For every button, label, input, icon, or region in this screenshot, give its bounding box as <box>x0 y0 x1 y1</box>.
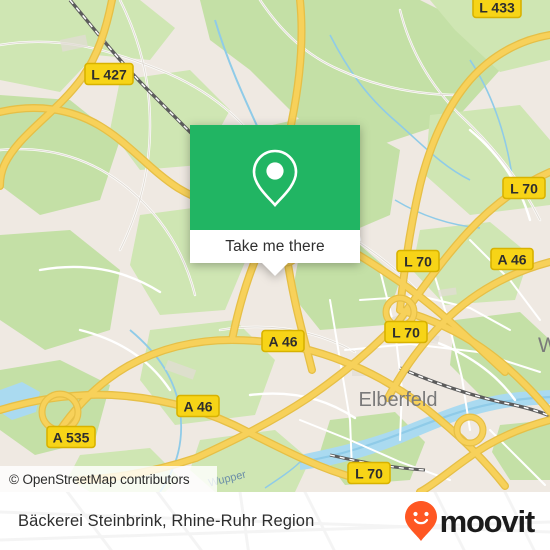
road-shield-label: L 427 <box>91 67 127 83</box>
road-shield-label: L 70 <box>392 325 420 341</box>
popup-pointer-tip <box>262 263 288 276</box>
map-pin-icon <box>252 149 298 207</box>
moovit-logo[interactable]: moovit <box>404 500 536 542</box>
road-shield: A 46 <box>261 329 305 353</box>
take-me-there-button[interactable]: Take me there <box>225 238 325 256</box>
road-shield-label: A 535 <box>53 430 90 446</box>
road-shield: A 46 <box>176 394 220 418</box>
road-shield-label: A 46 <box>268 334 297 350</box>
footer-bar: Bäckerei Steinbrink, Rhine-Ruhr Region m… <box>0 492 550 550</box>
svg-text:W: W <box>538 334 550 357</box>
road-shield: L 70 <box>396 249 440 273</box>
popup-action-bar[interactable]: Take me there <box>190 230 360 263</box>
place-title: Bäckerei Steinbrink, Rhine-Ruhr Region <box>18 511 315 530</box>
road-shield: L 427 <box>84 62 134 86</box>
place-popup-card[interactable]: Take me there <box>190 125 360 276</box>
road-shield-label: L 70 <box>355 466 383 482</box>
svg-text:Elberfeld: Elberfeld <box>359 389 438 411</box>
osm-attribution-text: © OpenStreetMap contributors <box>9 471 190 487</box>
map-canvas[interactable]: .grn { fill:#cfe6b3; } .grn2 { fill:#c4e… <box>0 0 550 492</box>
road-shield: L 70 <box>384 320 428 344</box>
moovit-wordmark: moovit <box>439 503 536 539</box>
moovit-pin-smiley-icon <box>404 501 437 541</box>
road-shield: A 46 <box>490 247 534 271</box>
moovit-map-screenshot: .grn { fill:#cfe6b3; } .grn2 { fill:#c4e… <box>0 0 550 550</box>
road-shield: L 433 <box>472 0 522 19</box>
road-shield-label: A 46 <box>497 252 526 268</box>
road-shield-label: L 433 <box>479 0 515 16</box>
road-shield: L 70 <box>502 176 546 200</box>
popup-header <box>190 125 360 230</box>
road-shield-label: L 70 <box>510 181 538 197</box>
road-shield: A 535 <box>46 425 96 449</box>
road-shield-label: L 70 <box>404 254 432 270</box>
osm-attribution[interactable]: © OpenStreetMap contributors <box>0 466 217 492</box>
road-shield-label: A 46 <box>183 399 212 415</box>
road-shield: L 70 <box>347 461 391 485</box>
